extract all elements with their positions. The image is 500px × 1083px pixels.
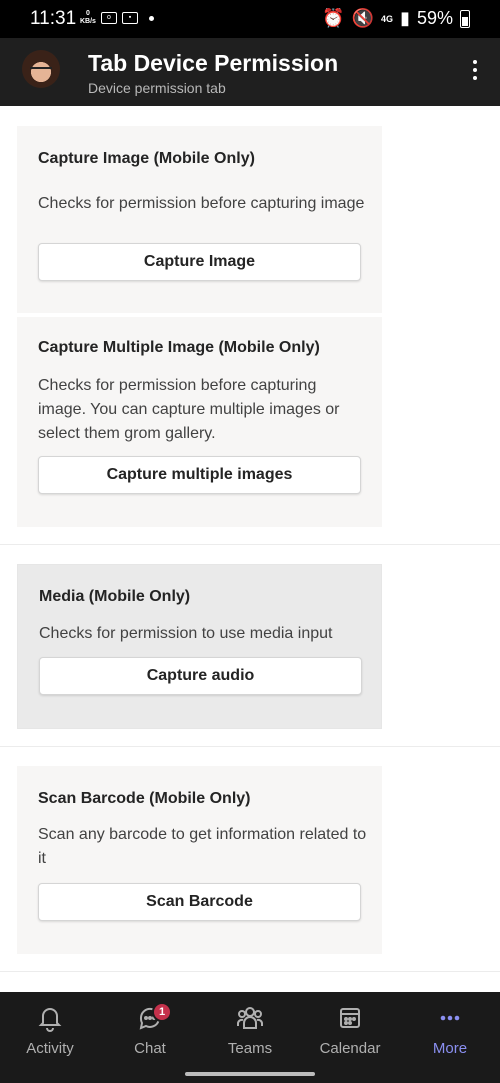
nav-more-label: More [432, 1040, 468, 1057]
battery-icon [460, 9, 470, 28]
capture-multiple-image-title: Capture Multiple Image (Mobile Only) [38, 339, 320, 356]
capture-image-title: Capture Image (Mobile Only) [38, 150, 255, 167]
system-icons: ⏰ 🔇 4G ▮ 59% [322, 8, 470, 29]
app-header: Tab Device Permission Device permission … [0, 38, 500, 106]
capture-image-button[interactable]: Capture Image [38, 243, 361, 281]
outlook-icon: o [100, 12, 117, 24]
nav-chat-label: Chat [134, 1040, 166, 1057]
scan-barcode-description: Scan any barcode to get information rela… [38, 826, 367, 867]
network-type: 4G [381, 13, 394, 24]
network-speed-unit: KB/s [80, 18, 96, 25]
nav-more[interactable]: More [400, 1004, 500, 1057]
capture-audio-button[interactable]: Capture audio [39, 657, 362, 695]
section-divider [0, 544, 500, 545]
calendar-icon [340, 1008, 360, 1028]
avatar-glasses [30, 67, 52, 72]
media-title: Media (Mobile Only) [39, 588, 191, 605]
nav-calendar[interactable]: Calendar [300, 1004, 400, 1057]
nav-chat[interactable]: 1 Chat [100, 1002, 200, 1057]
media-card: Media (Mobile Only) Checks for permissio… [17, 564, 382, 729]
nav-activity-label: Activity [26, 1040, 74, 1057]
more-options-icon[interactable] [472, 60, 478, 80]
notification-icons: 0 KB/s o ▪ [80, 10, 154, 26]
scan-barcode-card: Scan Barcode (Mobile Only) Scan any barc… [17, 766, 382, 954]
nav-calendar-label: Calendar [319, 1040, 381, 1057]
capture-multiple-image-card: Capture Multiple Image (Mobile Only) Che… [17, 317, 382, 527]
more-notifications-icon [148, 15, 154, 21]
bell-icon [38, 1008, 62, 1032]
page-title: Tab Device Permission [88, 50, 339, 76]
page-subtitle: Device permission tab [88, 80, 226, 96]
network-speed-value: 0 [86, 10, 90, 17]
avatar[interactable] [22, 50, 60, 88]
status-bar: 11:31 0 KB/s o ▪ ⏰ 🔇 4G ▮ 59% [0, 0, 500, 38]
section-divider [0, 746, 500, 747]
capture-image-card: Capture Image (Mobile Only) Checks for p… [17, 126, 382, 313]
unread-badge: 1 [152, 1002, 172, 1022]
home-indicator[interactable] [185, 1072, 315, 1076]
app-notification-icon: ▪ [121, 12, 138, 24]
capture-multiple-images-button[interactable]: Capture multiple images [38, 456, 361, 494]
network-speed-indicator: 0 KB/s [80, 10, 96, 26]
nav-teams[interactable]: Teams [200, 1004, 300, 1057]
scan-barcode-title: Scan Barcode (Mobile Only) [38, 790, 251, 807]
battery-level: 59% [416, 8, 453, 28]
capture-image-description: Checks for permission before capturing i… [38, 195, 365, 212]
mute-icon: 🔇 [351, 8, 375, 28]
section-divider [0, 971, 500, 972]
more-icon [440, 1015, 460, 1021]
status-time: 11:31 [30, 8, 77, 29]
nav-teams-label: Teams [227, 1040, 273, 1057]
media-description: Checks for permission to use media input [39, 625, 333, 642]
teams-icon [237, 1007, 263, 1029]
nav-activity[interactable]: Activity [0, 1004, 100, 1057]
permission-content: Capture Image (Mobile Only) Checks for p… [0, 106, 500, 992]
signal-icon: ▮ [400, 8, 410, 28]
capture-multiple-image-description: Checks for permission before capturing i… [38, 377, 340, 442]
alarm-icon: ⏰ [322, 8, 345, 28]
scan-barcode-button[interactable]: Scan Barcode [38, 883, 361, 921]
bottom-navigation: Activity 1 Chat Teams Calendar More [0, 992, 500, 1083]
